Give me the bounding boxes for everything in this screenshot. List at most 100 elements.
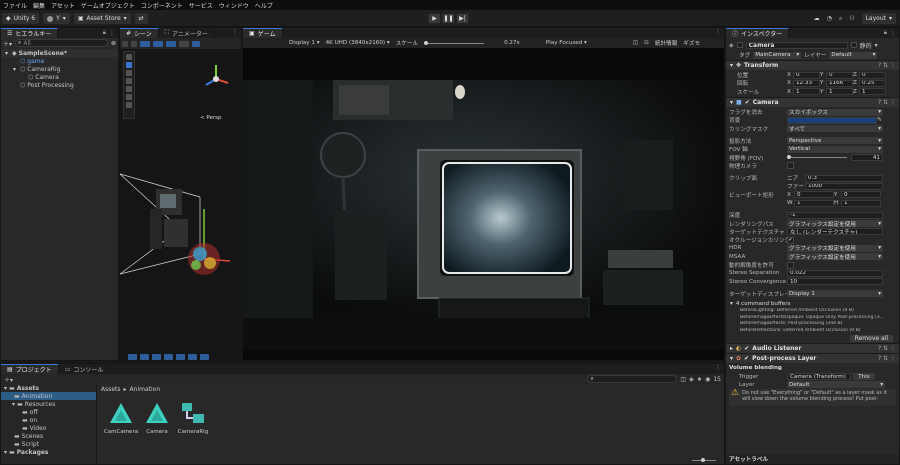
project-search-input[interactable]: ⌕ <box>587 375 678 383</box>
layer-mask-dropdown[interactable]: Default ▾ <box>787 381 885 389</box>
gizmos-button[interactable]: ギズモ <box>683 39 700 47</box>
transform-z-field[interactable]: 0.25 <box>859 79 886 87</box>
lock-icon[interactable]: 🔒︎ <box>884 29 887 37</box>
enabled-checkbox[interactable]: ✔ <box>745 99 750 106</box>
project-folder-item[interactable]: ▬ Video <box>1 424 96 432</box>
asset-store-button[interactable]: ▣ Asset Store ▾ <box>73 13 131 24</box>
background-color-field[interactable] <box>787 116 877 124</box>
play-button[interactable]: ▶ <box>428 13 441 24</box>
filter-type-icon[interactable]: ◫ <box>680 376 686 383</box>
menu-item[interactable]: ゲームオブジェクト <box>81 1 135 10</box>
gamepad-icon[interactable]: ⊡ <box>644 40 649 46</box>
viewport-y-field[interactable]: 0 <box>841 191 881 199</box>
asset-label-bar[interactable]: アセットラベル <box>726 454 899 464</box>
resolution-dropdown[interactable]: 4K UHD (3840x2160) ▾ <box>326 40 390 46</box>
hierarchy-search-input[interactable]: ⌕ All <box>15 39 108 47</box>
chevron-right-icon[interactable]: ▾ <box>12 401 15 408</box>
unity-version-button[interactable]: ◆ Unity 6 <box>2 13 40 24</box>
display-dropdown[interactable]: Display 1 ▾ <box>289 40 320 46</box>
viewport-w-field[interactable]: 1 <box>794 199 834 207</box>
overlay-icon[interactable] <box>152 354 161 360</box>
layer-dropdown[interactable]: Default ▾ <box>829 51 878 59</box>
hand-tool-icon[interactable] <box>122 40 128 47</box>
tab-game[interactable]: ▣ ゲーム <box>243 28 283 38</box>
hierarchy-item[interactable]: ▾ ⬡ CameraRig <box>1 65 118 73</box>
menu-item[interactable]: ヘルプ <box>255 1 273 10</box>
menu-item[interactable]: 編集 <box>33 1 45 10</box>
project-folder-item[interactable]: ▾ ▬ Assets <box>1 384 96 392</box>
property-field[interactable]: 10 <box>787 278 883 286</box>
project-folder-item[interactable]: ▬ Animation <box>1 392 96 400</box>
fov-value-field[interactable]: 41 <box>851 154 883 162</box>
overlay-icon[interactable] <box>164 354 173 360</box>
eyedropper-icon[interactable]: ✎ <box>877 117 882 123</box>
viewport-x-field[interactable]: 0 <box>794 191 834 199</box>
property-dropdown[interactable]: グラフィックス設定を使用 ▾ <box>787 220 883 228</box>
component-menu-icon[interactable]: ? ⇅ ⋮ <box>878 99 899 106</box>
overlay-icon[interactable] <box>128 354 137 360</box>
property-dropdown[interactable]: Display 1 ▾ <box>787 290 883 298</box>
overlay-icon[interactable] <box>176 354 185 360</box>
step-button[interactable]: ▶| <box>456 13 469 24</box>
static-checkbox[interactable] <box>850 42 857 48</box>
hierarchy-item[interactable]: ▾ ◆ SampleScene* <box>1 49 118 57</box>
transform-z-field[interactable]: 1 <box>859 88 886 96</box>
more-icon[interactable]: ⋮ <box>109 30 115 37</box>
overlay-icon[interactable] <box>140 354 149 360</box>
pause-button[interactable]: ❚❚ <box>442 13 455 24</box>
property-dropdown[interactable]: グラフィックス設定を使用 ▾ <box>787 253 883 261</box>
remove-all-button[interactable]: Remove all <box>849 335 893 343</box>
chevron-down-icon[interactable]: ▾ <box>5 50 10 57</box>
chevron-down-icon[interactable]: ▾ <box>4 385 7 392</box>
asset-item[interactable]: CamCamera <box>101 402 141 435</box>
tab-animator[interactable]: ⛶ アニメーター <box>159 28 215 38</box>
this-button[interactable]: This <box>853 373 875 381</box>
property-dropdown[interactable]: すべて ▾ <box>787 125 883 133</box>
command-buffers-header[interactable]: ▾ 4 command buffers <box>726 299 899 308</box>
project-folder-item[interactable]: ▾ ▬ Packages <box>1 448 96 456</box>
cloud-icon[interactable]: ☁ <box>814 15 820 22</box>
game-viewport[interactable] <box>243 48 724 360</box>
transform-x-field[interactable]: 1 <box>793 88 820 96</box>
overlay-icon[interactable] <box>200 354 209 360</box>
breadcrumb-assets[interactable]: Assets <box>101 386 121 393</box>
viewport-h-field[interactable]: 1 <box>841 199 881 207</box>
property-checkbox[interactable] <box>787 162 794 170</box>
scale-slider[interactable] <box>424 40 485 45</box>
tab-console[interactable]: ▭ コンソール <box>59 364 111 374</box>
project-folder-item[interactable]: ▬ Scenes <box>1 432 96 440</box>
property-dropdown[interactable]: スカイボックス ▾ <box>787 108 883 116</box>
property-dropdown[interactable]: グラフィックス設定を使用 ▾ <box>787 244 883 252</box>
overlay-icon[interactable] <box>188 354 197 360</box>
project-folder-item[interactable]: ▬ off <box>1 408 96 416</box>
project-folder-item[interactable]: ▬ Script <box>1 440 96 448</box>
orientation-gizmo[interactable] <box>205 65 229 86</box>
tab-scene[interactable]: # シーン <box>120 28 159 38</box>
add-icon[interactable]: ＋▾ <box>4 375 13 384</box>
search-icon[interactable]: ⌕ <box>839 15 842 23</box>
play-mode-dropdown[interactable]: Play Focused ▾ <box>546 40 587 46</box>
property-field[interactable]: なし (レンダーテクスチャ) <box>787 228 883 236</box>
menu-item[interactable]: コンポーネント <box>141 1 183 10</box>
trigger-field[interactable]: Camera (Transform) <box>787 373 851 381</box>
scene-viewport[interactable]: < Persp <box>120 49 241 360</box>
eye-icon[interactable]: ◉ <box>705 376 710 383</box>
property-field[interactable]: -1 <box>787 211 883 219</box>
menu-item[interactable]: ウィンドウ <box>219 1 249 10</box>
lock-icon[interactable]: 🔒︎ <box>103 29 106 37</box>
menu-item[interactable]: アセット <box>51 1 75 10</box>
slider-handle[interactable] <box>787 155 791 160</box>
breadcrumb-animation[interactable]: Animation <box>130 386 161 393</box>
scene-visibility-icon[interactable] <box>166 40 176 47</box>
collab-icon[interactable]: ⚇ <box>849 15 854 22</box>
transform-x-field[interactable]: 0 <box>793 71 820 79</box>
add-icon[interactable]: ＋▾ <box>3 39 12 48</box>
clip-plane-field[interactable]: 1000 <box>805 182 883 190</box>
transform-y-field[interactable]: 0 <box>826 71 853 79</box>
enabled-checkbox[interactable]: ✔ <box>744 345 749 352</box>
history-icon[interactable]: ◔ <box>827 15 832 22</box>
chevron-down-icon[interactable]: ▾ <box>4 449 7 456</box>
component-menu-icon[interactable]: ? ⇅ ⋮ <box>878 355 899 362</box>
enabled-checkbox[interactable]: ✔ <box>744 355 749 362</box>
component-menu-icon[interactable]: ? ⇅ ⋮ <box>878 62 899 69</box>
